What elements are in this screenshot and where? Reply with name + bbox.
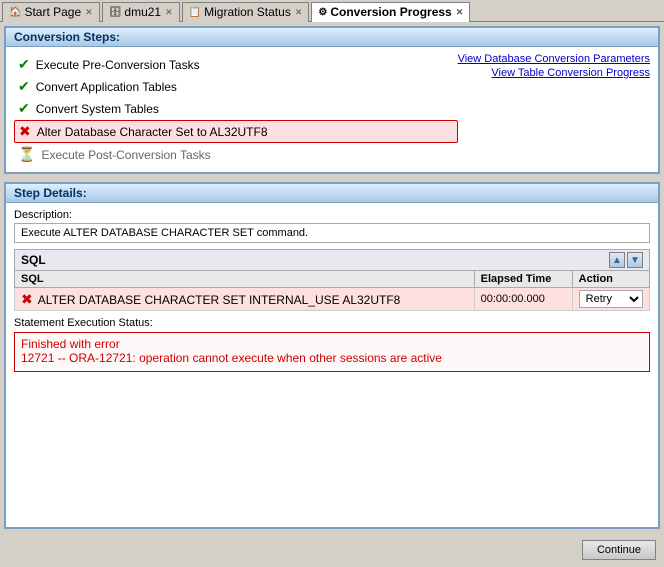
tab-migration-status[interactable]: 📋 Migration Status ✕: [182, 2, 310, 22]
step-details-title: Step Details:: [14, 186, 87, 200]
tab-dmu21[interactable]: 🗄 dmu21 ✕: [102, 2, 180, 22]
tab-conversion-progress-close[interactable]: ✕: [456, 7, 464, 18]
tab-bar: 🏠 Start Page ✕ 🗄 dmu21 ✕ 📋 Migration Sta…: [0, 0, 664, 22]
sql-row-error-icon: ✖: [21, 291, 33, 307]
status-error-line1: Finished with error: [21, 337, 643, 351]
tab-conversion-progress-label: Conversion Progress: [330, 5, 451, 19]
tab-dmu21-label: dmu21: [124, 5, 161, 19]
status-error-line2: 12721 -- ORA-12721: operation cannot exe…: [21, 351, 643, 365]
sql-label: SQL: [21, 253, 46, 267]
step-3: ✔ Convert System Tables: [14, 98, 458, 119]
sql-scroll-down-button[interactable]: ▼: [627, 252, 643, 268]
conversion-steps-panel: Conversion Steps: ✔ Execute Pre-Conversi…: [4, 26, 660, 174]
step-2: ✔ Convert Application Tables: [14, 76, 458, 97]
table-row: ✖ ALTER DATABASE CHARACTER SET INTERNAL_…: [15, 288, 650, 311]
sql-row-sql-cell: ✖ ALTER DATABASE CHARACTER SET INTERNAL_…: [15, 288, 475, 311]
sql-table-header-row: SQL Elapsed Time Action: [15, 271, 650, 288]
step-details-header: Step Details:: [6, 184, 658, 203]
tab-migration-status-close[interactable]: ✕: [295, 7, 303, 18]
sql-row-sql-text: ALTER DATABASE CHARACTER SET INTERNAL_US…: [38, 293, 401, 307]
dmu21-icon: 🗄: [109, 7, 122, 18]
step-4-label: Alter Database Character Set to AL32UTF8: [37, 125, 268, 139]
conversion-steps-header: Conversion Steps:: [6, 28, 658, 47]
continue-button[interactable]: Continue: [582, 540, 656, 560]
step-1-icon: ✔: [18, 56, 30, 73]
sql-row-elapsed-cell: 00:00:00.000: [474, 288, 572, 311]
steps-list: ✔ Execute Pre-Conversion Tasks ✔ Convert…: [14, 53, 458, 166]
step-3-label: Convert System Tables: [36, 102, 159, 116]
step-details-body: Description: Execute ALTER DATABASE CHAR…: [6, 203, 658, 524]
statement-status-section: Statement Execution Status: Finished wit…: [14, 317, 650, 372]
tab-conversion-progress[interactable]: ⚙ Conversion Progress ✕: [311, 2, 470, 22]
step-details-panel: Step Details: Description: Execute ALTER…: [4, 182, 660, 529]
step-2-icon: ✔: [18, 78, 30, 95]
tab-dmu21-close[interactable]: ✕: [165, 7, 173, 18]
step-3-icon: ✔: [18, 100, 30, 117]
description-field: Description: Execute ALTER DATABASE CHAR…: [14, 209, 650, 243]
sql-col-header-sql: SQL: [15, 271, 475, 288]
steps-top: ✔ Execute Pre-Conversion Tasks ✔ Convert…: [14, 53, 650, 166]
start-page-icon: 🏠: [9, 7, 21, 18]
status-value: Finished with error 12721 -- ORA-12721: …: [14, 332, 650, 372]
step-4: ✖ Alter Database Character Set to AL32UT…: [14, 120, 458, 143]
sql-col-header-elapsed: Elapsed Time: [474, 271, 572, 288]
description-label: Description:: [14, 209, 650, 221]
bottom-bar: Continue: [4, 537, 660, 563]
sql-arrows: ▲ ▼: [609, 252, 643, 268]
sql-section: SQL ▲ ▼ SQL Elapsed Time Action: [14, 249, 650, 311]
tab-start-page-label: Start Page: [24, 5, 81, 19]
steps-links: View Database Conversion Parameters View…: [458, 53, 650, 81]
tab-start-page-close[interactable]: ✕: [85, 7, 93, 18]
migration-status-icon: 📋: [189, 7, 201, 18]
status-label: Statement Execution Status:: [14, 317, 650, 329]
step-1: ✔ Execute Pre-Conversion Tasks: [14, 54, 458, 75]
tab-migration-status-label: Migration Status: [204, 5, 291, 19]
step-5: ⏳ Execute Post-Conversion Tasks: [14, 144, 458, 165]
sql-row-action-cell[interactable]: Retry Skip Abort: [572, 288, 649, 311]
step-2-label: Convert Application Tables: [36, 80, 177, 94]
view-table-progress-link[interactable]: View Table Conversion Progress: [458, 67, 650, 79]
action-select[interactable]: Retry Skip Abort: [579, 290, 643, 308]
step-1-label: Execute Pre-Conversion Tasks: [36, 58, 200, 72]
sql-col-header-action: Action: [572, 271, 649, 288]
conversion-progress-icon: ⚙: [318, 7, 327, 18]
sql-table: SQL Elapsed Time Action ✖ ALTER DATABASE…: [14, 270, 650, 311]
view-db-params-link[interactable]: View Database Conversion Parameters: [458, 53, 650, 65]
tab-start-page[interactable]: 🏠 Start Page ✕: [2, 2, 100, 22]
step-5-icon: ⏳: [18, 146, 35, 163]
sql-scroll-up-button[interactable]: ▲: [609, 252, 625, 268]
step-5-label: Execute Post-Conversion Tasks: [41, 148, 210, 162]
sql-section-header: SQL ▲ ▼: [14, 249, 650, 270]
description-value: Execute ALTER DATABASE CHARACTER SET com…: [14, 223, 650, 243]
conversion-steps-title: Conversion Steps:: [14, 30, 120, 44]
step-4-icon: ✖: [19, 123, 31, 140]
conversion-steps-body: ✔ Execute Pre-Conversion Tasks ✔ Convert…: [6, 47, 658, 172]
main-content: Conversion Steps: ✔ Execute Pre-Conversi…: [0, 22, 664, 567]
